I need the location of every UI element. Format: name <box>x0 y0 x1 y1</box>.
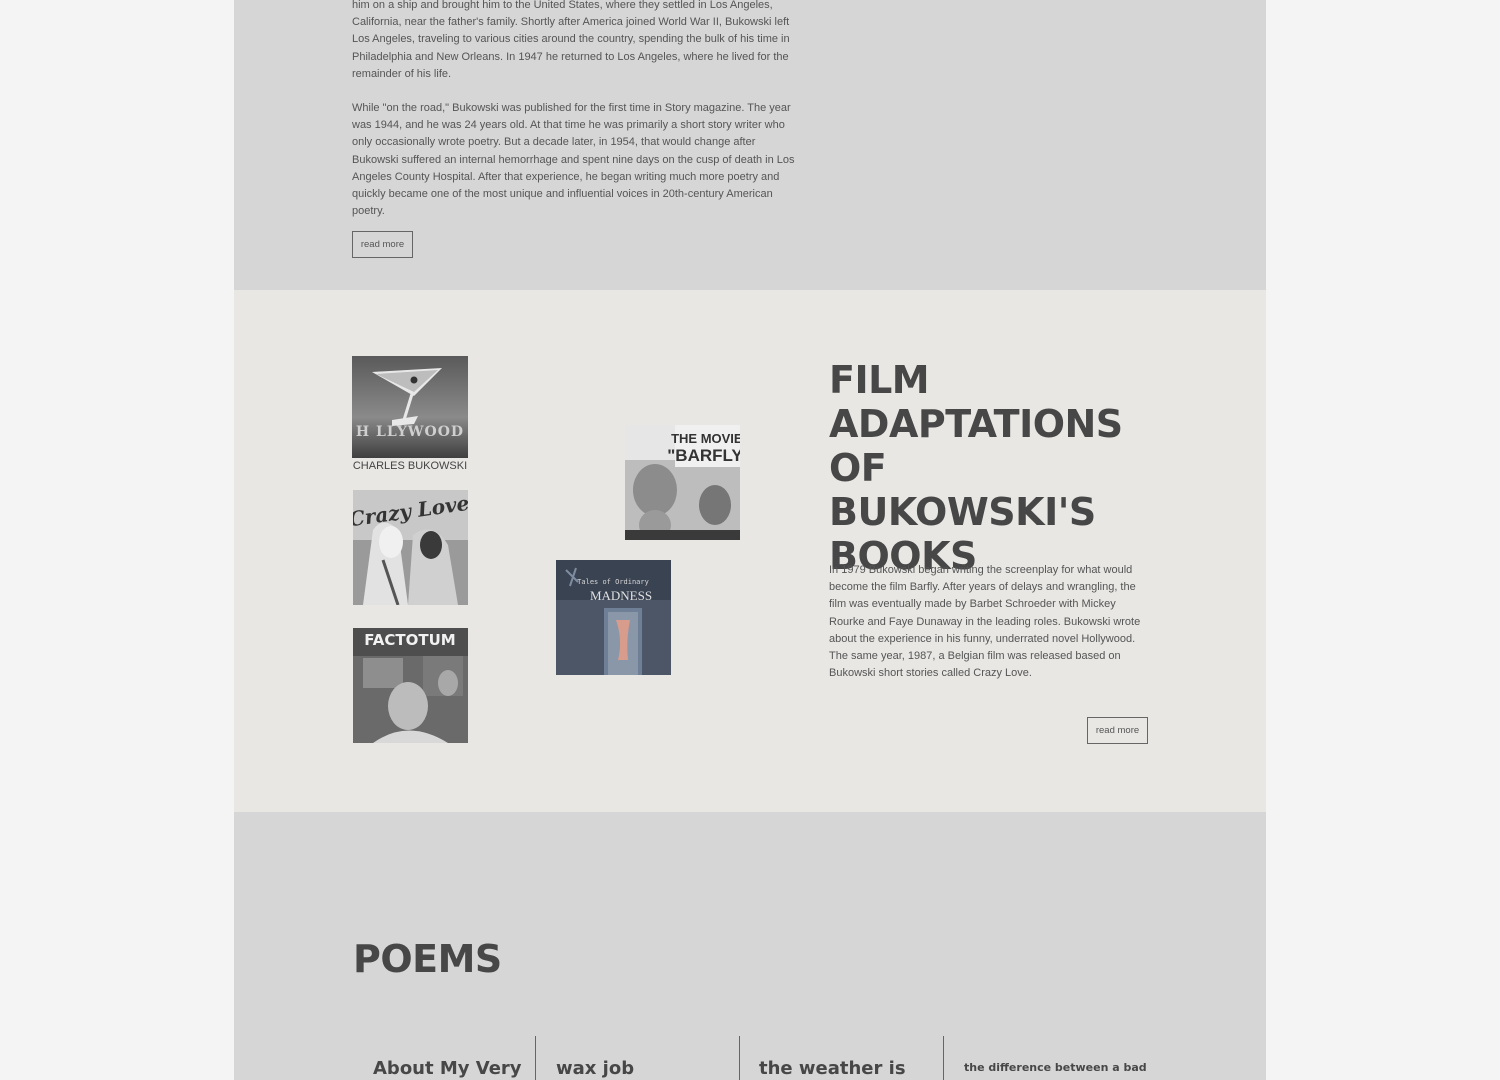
poem-divider <box>535 1036 536 1080</box>
poems-section: POEMS About My Very wax job the weather … <box>234 812 1266 1080</box>
madness-poster-image: Tales of Ordinary MADNESS <box>556 560 671 675</box>
hollywood-poster-title: H LLYWOOD <box>356 424 464 440</box>
biography-paragraph: While "on the road," Bukowski was publis… <box>352 102 795 218</box>
factotum-poster-image: FACTOTUM <box>353 628 468 743</box>
biography-section: him on a ship and brought him to the Uni… <box>234 0 1266 290</box>
poem-card-title[interactable]: the weather is <box>759 1058 906 1079</box>
hollywood-poster-image: H LLYWOOD CHARLES BUKOWSKI <box>352 356 468 472</box>
film-section-text: In 1979 Bukowski began writing the scree… <box>829 564 1141 680</box>
crazy-love-poster-image: Crazy Love <box>353 490 468 605</box>
barfly-poster-line1: THE MOVIE: <box>671 431 740 446</box>
hollywood-poster-author: CHARLES BUKOWSKI <box>353 460 467 472</box>
film-section-heading: FILM ADAPTATIONS OF BUKOWSKI'S BOOKS <box>829 358 1123 578</box>
page: him on a ship and brought him to the Uni… <box>234 0 1266 1080</box>
film-read-more-button[interactable]: read more <box>1087 717 1148 744</box>
madness-poster-line2: MADNESS <box>590 588 652 603</box>
film-adaptations-section: H LLYWOOD CHARLES BUKOWSKI Crazy Love FA… <box>234 290 1266 812</box>
factotum-poster-title: FACTOTUM <box>364 631 455 649</box>
biography-read-more-button[interactable]: read more <box>352 231 413 258</box>
barfly-poster-image: THE MOVIE: "BARFLY" <box>625 425 740 540</box>
biography-paragraph: him on a ship and brought him to the Uni… <box>352 0 790 80</box>
poems-section-heading: POEMS <box>353 937 502 981</box>
poem-card-title[interactable]: About My Very <box>373 1058 522 1079</box>
madness-poster-line1: Tales of Ordinary <box>577 578 649 586</box>
poem-divider <box>943 1036 944 1080</box>
poem-card-title[interactable]: the difference between a bad <box>964 1061 1147 1074</box>
poem-card-title[interactable]: wax job <box>556 1058 634 1079</box>
barfly-poster-line2: "BARFLY" <box>667 446 740 465</box>
poem-divider <box>739 1036 740 1080</box>
